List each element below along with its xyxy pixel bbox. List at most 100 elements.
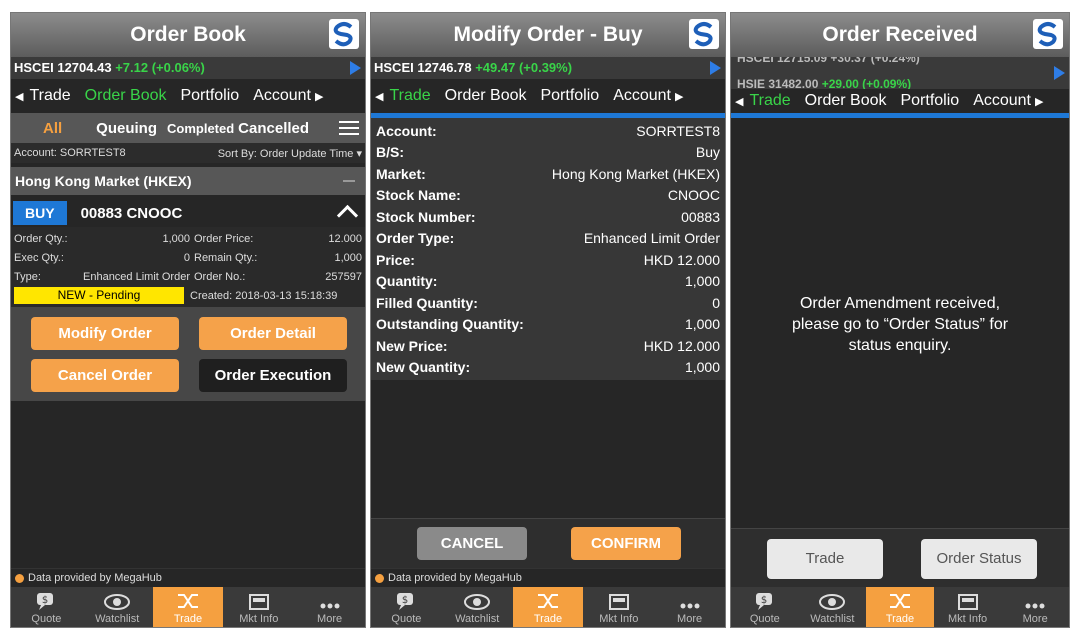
order-detail-button[interactable]: Order Detail — [199, 317, 347, 350]
tab-mkt-info[interactable]: Mkt Info — [583, 587, 654, 627]
summary-value: Buy — [695, 144, 720, 161]
quote-icon: $ — [397, 593, 414, 610]
nav-right-icon[interactable]: ▶ — [1035, 95, 1043, 108]
tab-portfolio[interactable]: Portfolio — [540, 87, 599, 105]
summary-value: SORRTEST8 — [636, 122, 720, 139]
nav-right-icon[interactable]: ▶ — [675, 90, 683, 103]
account-sort-row: Account: SORRTEST8 Sort By: Order Update… — [11, 143, 365, 163]
tab-more[interactable]: More — [294, 587, 365, 627]
summary-row: New Price: HKD 12.000 — [371, 335, 725, 357]
bottom-tab-bar: $ Quote Watchlist Trade Mkt Info More — [731, 587, 1069, 627]
cancel-order-button[interactable]: Cancel Order — [31, 359, 179, 392]
summary-value: CNOOC — [667, 187, 720, 204]
filter-all[interactable]: All — [43, 120, 62, 137]
tab-portfolio[interactable]: Portfolio — [180, 87, 239, 105]
tab-trade[interactable]: Trade — [749, 92, 790, 110]
tab-trade-bottom[interactable]: Trade — [152, 587, 224, 627]
index-ticker[interactable]: HSCEI 12746.78 +49.47 (+0.39%) — [371, 57, 725, 79]
newspaper-icon — [248, 594, 269, 610]
ticker-next-icon[interactable] — [710, 61, 721, 75]
filter-cancelled[interactable]: Cancelled — [238, 120, 309, 137]
order-stock-header[interactable]: BUY 00883 CNOOC — [11, 199, 365, 227]
tab-order-book[interactable]: Order Book — [85, 87, 167, 105]
summary-row: Price: HKD 12.000 — [371, 249, 725, 271]
tab-mkt-info[interactable]: Mkt Info — [934, 587, 1002, 627]
order-status-button[interactable]: Order Status — [921, 539, 1037, 579]
summary-value: 00883 — [681, 208, 720, 225]
tab-trade[interactable]: Trade — [389, 87, 430, 105]
eye-icon — [464, 594, 491, 610]
summary-value: 0 — [712, 294, 720, 311]
summary-row: New Quantity: 1,000 — [371, 357, 725, 379]
created-time: Created: 2018-03-13 15:18:39 — [190, 289, 338, 302]
app-logo-icon — [689, 19, 719, 49]
market-header[interactable]: Hong Kong Market (HKEX) — [11, 167, 365, 195]
order-summary: Account: SORRTEST8 B/S: Buy Market: Hong Kong… — [371, 118, 725, 380]
confirmation-message: Order Amendment received, please go to “… — [791, 295, 1009, 354]
tab-trade-bottom[interactable]: Trade — [512, 587, 584, 627]
summary-row: Account: SORRTEST8 — [371, 120, 725, 142]
collapse-icon[interactable] — [343, 180, 355, 182]
page-title: Order Book — [11, 13, 365, 57]
info-icon — [15, 573, 24, 583]
result-actions: Trade Order Status — [731, 528, 1069, 587]
trade-button[interactable]: Trade — [767, 539, 883, 579]
eye-icon — [819, 594, 846, 610]
newspaper-icon — [957, 594, 978, 610]
filter-completed[interactable]: Completed — [167, 121, 234, 136]
app-logo-icon — [1033, 19, 1063, 49]
order-row: Exec Qty.: 0 Remain Qty.: 1,000 — [14, 251, 362, 264]
summary-row: Filled Quantity: 0 — [371, 292, 725, 314]
tab-watchlist[interactable]: Watchlist — [82, 587, 153, 627]
tab-quote[interactable]: $ Quote — [371, 587, 442, 627]
index-ticker[interactable]: HSCEI 12715.09 +30.37 (+0.24%) HSIE 3148… — [731, 57, 1069, 89]
tab-quote[interactable]: $ Quote — [731, 587, 799, 627]
chevron-up-icon[interactable] — [336, 204, 359, 227]
confirm-actions: CANCEL CONFIRM — [371, 518, 725, 569]
summary-label: Market: — [376, 165, 426, 182]
app-logo-icon — [329, 19, 359, 49]
nav-left-icon[interactable]: ◀ — [15, 90, 23, 103]
tab-watchlist[interactable]: Watchlist — [799, 587, 867, 627]
order-book-screen: Order Book HSCEI 12704.43 +7.12 (+0.06%)… — [10, 12, 366, 628]
stock-name: 00883 CNOOC — [80, 204, 183, 222]
tab-order-book[interactable]: Order Book — [805, 92, 887, 110]
order-execution-button[interactable]: Order Execution — [199, 359, 347, 392]
nav-left-icon[interactable]: ◀ — [375, 90, 383, 103]
tab-more[interactable]: More — [1001, 587, 1069, 627]
tab-account[interactable]: Account — [973, 92, 1031, 110]
more-icon — [680, 603, 700, 609]
nav-right-icon[interactable]: ▶ — [315, 90, 323, 103]
page-title: Modify Order - Buy — [371, 13, 725, 57]
cancel-button[interactable]: CANCEL — [417, 527, 527, 560]
summary-label: New Quantity: — [376, 359, 471, 376]
filter-queuing[interactable]: Queuing — [96, 120, 157, 137]
index-ticker[interactable]: HSCEI 12704.43 +7.12 (+0.06%) — [11, 57, 365, 79]
tab-order-book[interactable]: Order Book — [445, 87, 527, 105]
tab-more[interactable]: More — [654, 587, 725, 627]
tab-trade-bottom[interactable]: Trade — [866, 587, 934, 627]
summary-label: Account: — [376, 122, 437, 139]
order-row: NEW - Pending Created: 2018-03-13 15:18:… — [14, 286, 362, 305]
summary-label: New Price: — [376, 337, 448, 354]
summary-value: 1,000 — [684, 273, 720, 290]
filter-menu-icon[interactable] — [339, 121, 359, 139]
eye-icon — [104, 594, 131, 610]
confirm-button[interactable]: CONFIRM — [571, 527, 681, 560]
sort-selector[interactable]: Sort By: Order Update Time ▾ — [218, 147, 362, 160]
shuffle-icon — [177, 594, 198, 608]
ticker-next-icon[interactable] — [350, 61, 361, 75]
tab-watchlist[interactable]: Watchlist — [442, 587, 513, 627]
tab-account[interactable]: Account — [613, 87, 671, 105]
modify-order-button[interactable]: Modify Order — [31, 317, 179, 350]
ticker-next-icon[interactable] — [1054, 66, 1065, 80]
tab-mkt-info[interactable]: Mkt Info — [223, 587, 294, 627]
tab-account[interactable]: Account — [253, 87, 311, 105]
nav-left-icon[interactable]: ◀ — [735, 95, 743, 108]
tab-trade[interactable]: Trade — [29, 87, 70, 105]
summary-value: Hong Kong Market (HKEX) — [551, 165, 720, 182]
tab-quote[interactable]: $ Quote — [11, 587, 82, 627]
tab-portfolio[interactable]: Portfolio — [900, 92, 959, 110]
active-tab-indicator — [731, 113, 1069, 118]
summary-value: 1,000 — [684, 316, 720, 333]
